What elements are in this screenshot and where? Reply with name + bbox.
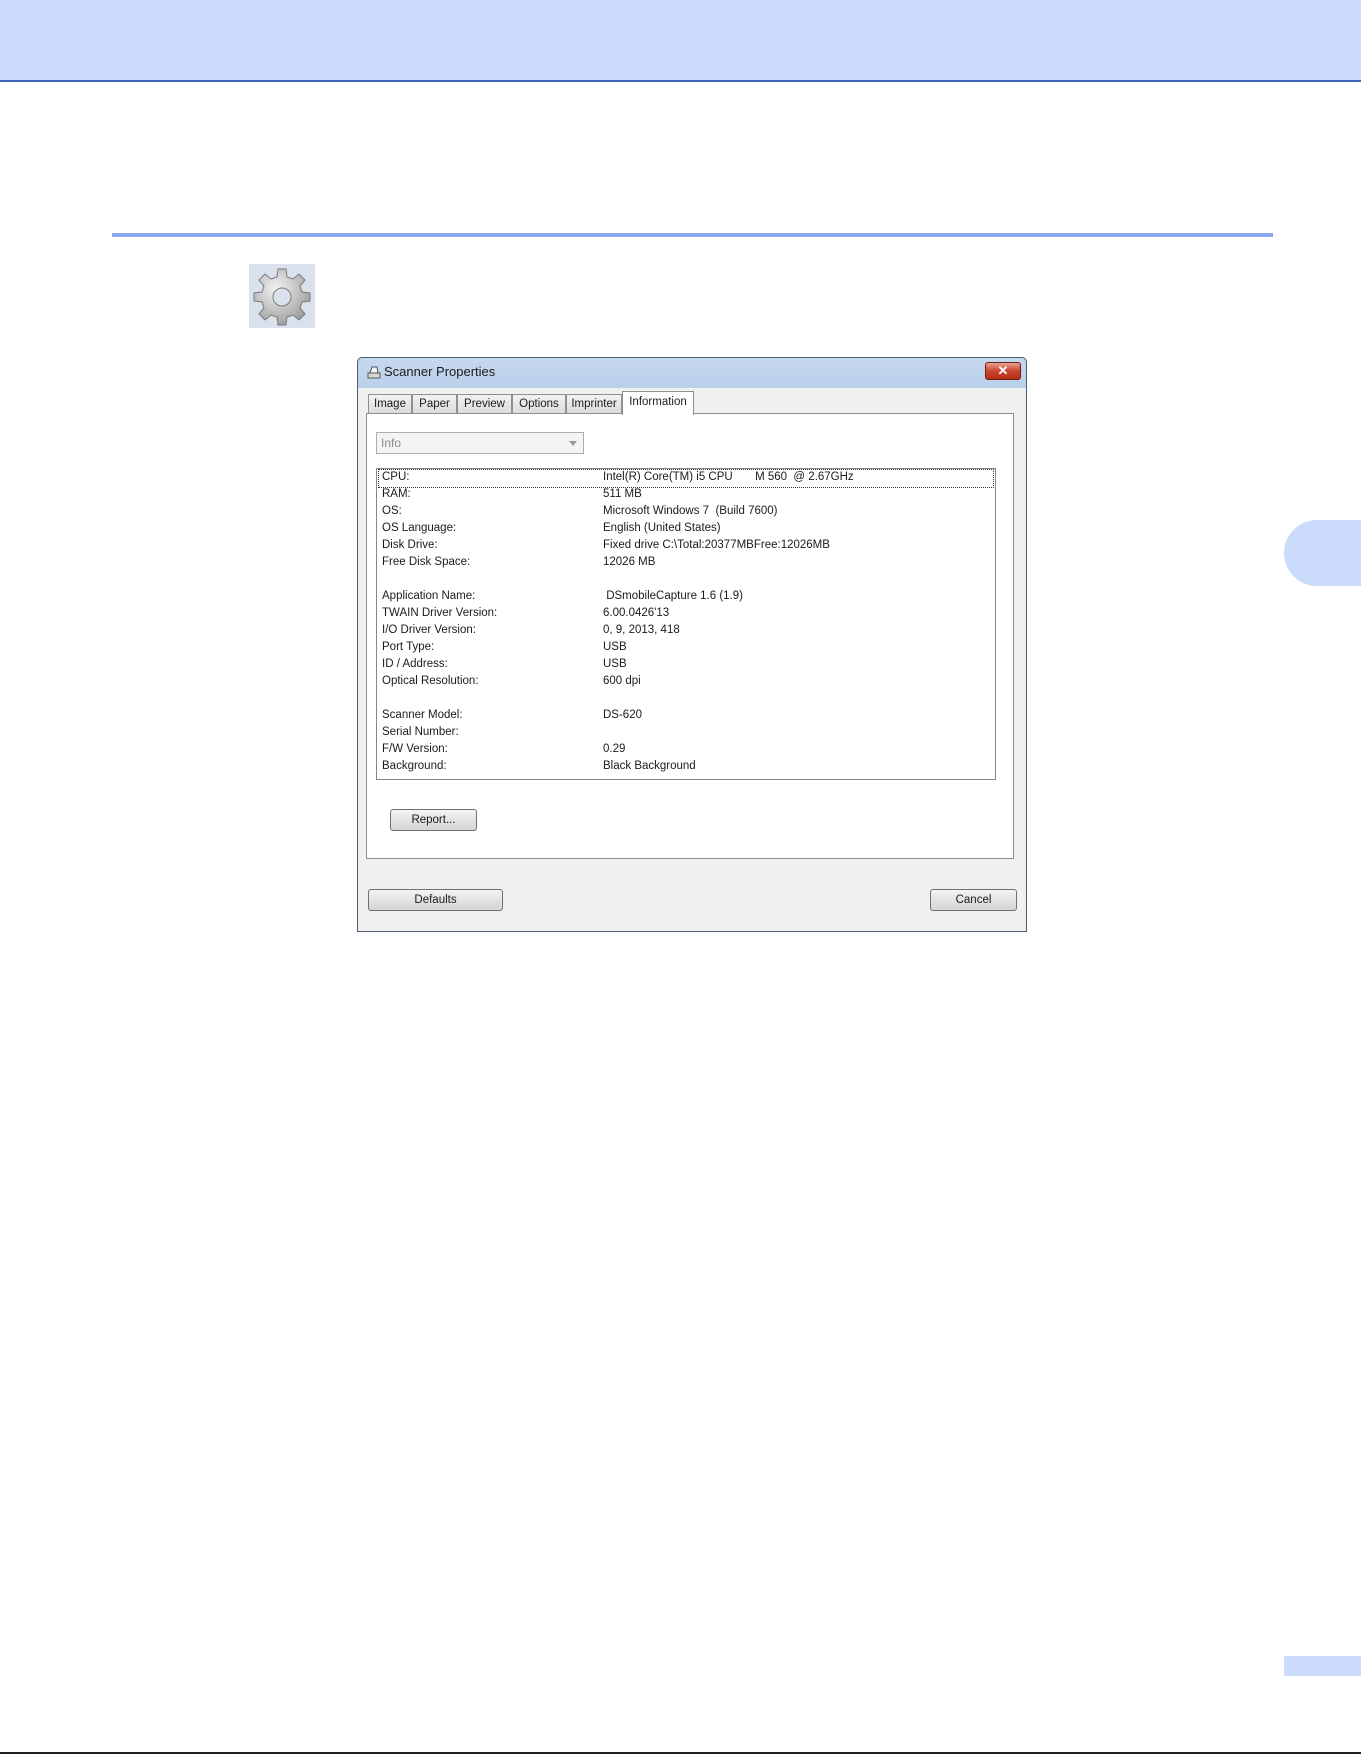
chevron-down-icon — [569, 441, 577, 446]
info-value: Fixed drive C:\Total:20377MBFree:12026MB — [603, 539, 830, 551]
info-value: 6.00.0426'13 — [603, 607, 670, 619]
list-item[interactable]: Port Type: USB — [379, 640, 993, 657]
info-value: 0.29 — [603, 743, 626, 755]
list-item[interactable]: ID / Address: USB — [379, 657, 993, 674]
info-key: RAM: — [382, 488, 411, 500]
info-value: USB — [603, 658, 627, 670]
tab-information[interactable]: Information — [622, 391, 694, 415]
info-value: DSmobileCapture 1.6 (1.9) — [603, 590, 743, 602]
scanner-icon — [367, 366, 381, 379]
dialog-titlebar[interactable]: Scanner Properties ✕ — [358, 358, 1026, 388]
tab-image[interactable]: Image — [368, 394, 412, 413]
info-key: Disk Drive: — [382, 539, 438, 551]
list-item[interactable]: CPU: Intel(R) Core(TM) i5 CPU M 560 @ 2.… — [378, 469, 994, 488]
info-key: Optical Resolution: — [382, 675, 479, 687]
footer-line — [0, 1752, 1361, 1754]
info-key: Serial Number: — [382, 726, 459, 738]
info-key: TWAIN Driver Version: — [382, 607, 498, 619]
info-value: English (United States) — [603, 522, 721, 534]
list-item[interactable]: Application Name: DSmobileCapture 1.6 (1… — [379, 589, 993, 606]
info-list[interactable]: CPU: Intel(R) Core(TM) i5 CPU M 560 @ 2.… — [376, 468, 996, 780]
page-header-band — [0, 0, 1361, 82]
section-rule — [112, 233, 1273, 237]
info-key: Application Name: — [382, 590, 476, 602]
list-item[interactable]: Free Disk Space: 12026 MB — [379, 555, 993, 572]
info-key: OS Language: — [382, 522, 457, 534]
info-value: Intel(R) Core(TM) i5 CPU M 560 @ 2.67GHz — [603, 471, 854, 483]
close-button[interactable]: ✕ — [985, 362, 1021, 380]
cancel-button[interactable]: Cancel — [930, 889, 1017, 911]
list-item[interactable]: TWAIN Driver Version: 6.00.0426'13 — [379, 606, 993, 623]
info-key: Scanner Model: — [382, 709, 463, 721]
info-value: 600 dpi — [603, 675, 641, 687]
list-item[interactable]: RAM: 511 MB — [379, 487, 993, 504]
info-key: Port Type: — [382, 641, 435, 653]
information-panel: Info CPU: Intel(R) Core(TM) i5 CPU M 560… — [366, 413, 1014, 859]
info-key: CPU: — [382, 471, 410, 483]
info-value: 0, 9, 2013, 418 — [603, 624, 680, 636]
chapter-side-tab — [1284, 520, 1361, 586]
page-number-tab — [1284, 1656, 1361, 1676]
info-key: OS: — [382, 505, 402, 517]
list-item[interactable]: F/W Version: 0.29 — [379, 742, 993, 759]
dialog-title: Scanner Properties — [384, 364, 496, 379]
tab-options[interactable]: Options — [512, 394, 566, 413]
info-value: 12026 MB — [603, 556, 656, 568]
info-key: F/W Version: — [382, 743, 448, 755]
info-value: Black Background — [603, 760, 696, 772]
gear-icon — [249, 264, 315, 328]
list-item[interactable]: Optical Resolution: 600 dpi — [379, 674, 993, 691]
info-value: DS-620 — [603, 709, 642, 721]
defaults-button[interactable]: Defaults — [368, 889, 503, 911]
list-item[interactable]: I/O Driver Version: 0, 9, 2013, 418 — [379, 623, 993, 640]
tab-paper[interactable]: Paper — [412, 394, 457, 413]
report-button[interactable]: Report... — [390, 809, 477, 831]
list-item[interactable]: OS Language: English (United States) — [379, 521, 993, 538]
info-key: Background: — [382, 760, 447, 772]
list-item[interactable]: Serial Number: — [379, 725, 993, 742]
info-value: Microsoft Windows 7 (Build 7600) — [603, 505, 778, 517]
info-value: USB — [603, 641, 627, 653]
info-key: ID / Address: — [382, 658, 448, 670]
info-value: 511 MB — [603, 488, 642, 500]
list-item[interactable]: Disk Drive: Fixed drive C:\Total:20377MB… — [379, 538, 993, 555]
list-item[interactable]: Background: Black Background — [379, 759, 993, 776]
scanner-properties-dialog: Scanner Properties ✕ Image Paper Preview… — [357, 357, 1027, 932]
close-icon: ✕ — [997, 363, 1009, 378]
tab-imprinter[interactable]: Imprinter — [566, 394, 622, 413]
info-key: I/O Driver Version: — [382, 624, 476, 636]
info-dropdown-value: Info — [381, 436, 402, 450]
list-item[interactable]: OS: Microsoft Windows 7 (Build 7600) — [379, 504, 993, 521]
list-item[interactable]: Scanner Model: DS-620 — [379, 708, 993, 725]
info-key: Free Disk Space: — [382, 556, 471, 568]
tab-preview[interactable]: Preview — [457, 394, 512, 413]
info-dropdown[interactable]: Info — [376, 432, 584, 454]
